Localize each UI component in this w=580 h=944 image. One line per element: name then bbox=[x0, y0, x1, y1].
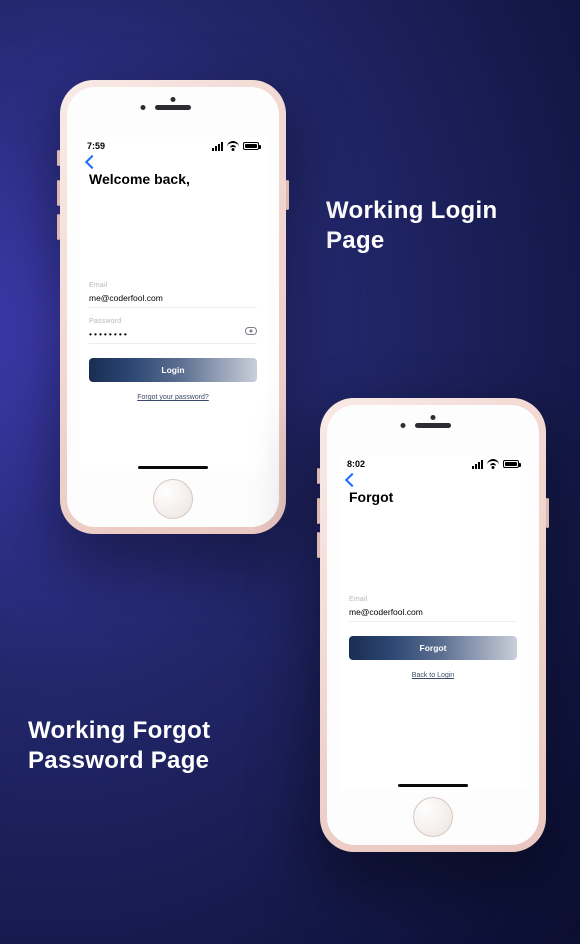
password-label: Password bbox=[89, 318, 257, 325]
phone-camera bbox=[431, 415, 436, 420]
wifi-icon bbox=[227, 142, 239, 151]
phone-speaker bbox=[415, 423, 451, 428]
phone-speaker bbox=[155, 105, 191, 110]
back-to-login-link[interactable]: Back to Login bbox=[349, 672, 517, 679]
phone-login-mockup: 7:59 Welcome back, Email me@coderfool.co… bbox=[60, 80, 286, 534]
phone-forgot-mockup: 8:02 Forgot Email me@coderfool.com Forgo… bbox=[320, 398, 546, 852]
wifi-icon bbox=[487, 460, 499, 469]
headline-login: Working LoginPage bbox=[326, 196, 497, 256]
email-label: Email bbox=[349, 596, 517, 603]
status-bar: 7:59 bbox=[79, 137, 267, 155]
status-time: 8:02 bbox=[347, 459, 365, 469]
phone-sensor bbox=[401, 423, 406, 428]
back-button[interactable] bbox=[339, 473, 527, 485]
forgot-password-link[interactable]: Forgot your password? bbox=[89, 394, 257, 401]
phone-sensor bbox=[141, 105, 146, 110]
home-indicator bbox=[138, 466, 208, 469]
login-screen: 7:59 Welcome back, Email me@coderfool.co… bbox=[79, 137, 267, 471]
login-button[interactable]: Login bbox=[89, 358, 257, 382]
battery-icon bbox=[243, 142, 259, 150]
forgot-screen: 8:02 Forgot Email me@coderfool.com Forgo… bbox=[339, 455, 527, 789]
password-field[interactable]: •••••••• bbox=[89, 325, 257, 344]
home-button[interactable] bbox=[413, 797, 453, 837]
battery-icon bbox=[503, 460, 519, 468]
eye-icon[interactable] bbox=[245, 327, 257, 335]
status-bar: 8:02 bbox=[339, 455, 527, 473]
email-label: Email bbox=[89, 282, 257, 289]
phone-camera bbox=[171, 97, 176, 102]
status-time: 7:59 bbox=[87, 141, 105, 151]
signal-icon bbox=[472, 460, 483, 469]
email-field[interactable]: me@coderfool.com bbox=[349, 603, 517, 622]
back-button[interactable] bbox=[79, 155, 267, 167]
forgot-button[interactable]: Forgot bbox=[349, 636, 517, 660]
page-title: Forgot bbox=[339, 485, 527, 505]
headline-forgot: Working ForgotPassword Page bbox=[28, 716, 210, 776]
page-title: Welcome back, bbox=[79, 167, 267, 187]
signal-icon bbox=[212, 142, 223, 151]
email-field[interactable]: me@coderfool.com bbox=[89, 289, 257, 308]
password-value: •••••••• bbox=[89, 329, 129, 339]
home-indicator bbox=[398, 784, 468, 787]
home-button[interactable] bbox=[153, 479, 193, 519]
